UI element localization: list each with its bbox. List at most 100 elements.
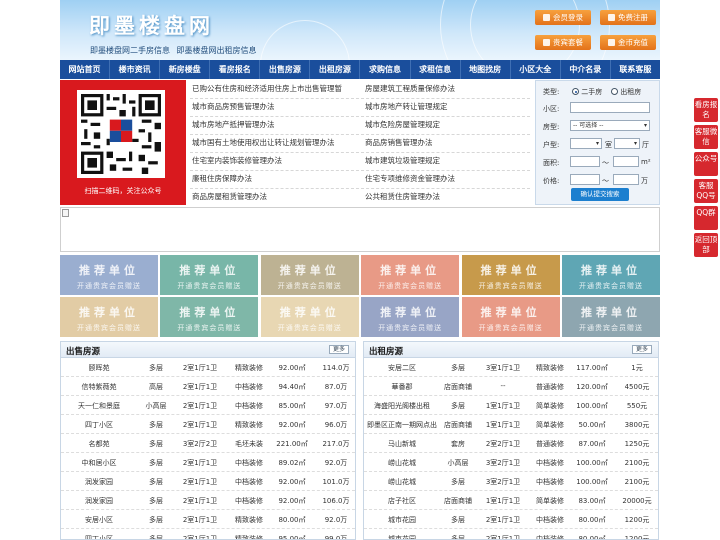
table-row[interactable]: 即墨区正南一期网点出 店面商铺 1室1厅1卫 简单装修 50.00㎡ 3800元 xyxy=(364,415,658,434)
recommended-unit-tile[interactable]: 推荐单位 开通贵宾会员赠送 xyxy=(562,297,660,337)
table-row[interactable]: 四丁小区 多层 2室1厅1卫 精致装修 92.00㎡ 96.0万 xyxy=(61,415,355,434)
nav-item-news[interactable]: 楼市资讯 xyxy=(110,60,161,79)
rent-listings-title[interactable]: 出租房源 xyxy=(369,345,403,357)
listing-name[interactable]: 華番郡 xyxy=(364,382,440,392)
float-button-service-qq[interactable]: 客服QQ号 xyxy=(694,179,718,203)
radio-rental[interactable]: 出租房 xyxy=(611,87,641,97)
news-link[interactable]: 城市房地产抵押管理办法 xyxy=(192,119,275,130)
nav-item-want-buy[interactable]: 求购信息 xyxy=(360,60,411,79)
news-link[interactable]: 公共租赁住房管理办法 xyxy=(365,191,440,202)
search-submit-button[interactable]: 确认提交搜索 xyxy=(571,188,629,201)
recommended-unit-tile[interactable]: 推荐单位 开通贵宾会员赠送 xyxy=(60,297,158,337)
listing-name[interactable]: 四丁小区 xyxy=(61,534,137,539)
listing-name[interactable]: 润发家园 xyxy=(61,477,137,487)
nav-item-agents[interactable]: 中介名录 xyxy=(561,60,611,79)
float-button-official-account[interactable]: 公众号 xyxy=(694,152,718,176)
register-button[interactable]: 免费注册 xyxy=(600,10,656,25)
table-row[interactable]: 海盛阳光阁楼出租 多层 1室1厅1卫 简单装修 100.00㎡ 550元 xyxy=(364,396,658,415)
recommended-unit-tile[interactable]: 推荐单位 开通贵宾会员赠送 xyxy=(60,255,158,295)
rent-more-button[interactable]: 更多 xyxy=(632,345,652,354)
vip-package-button[interactable]: 贵宾套餐 xyxy=(535,35,591,50)
listing-name[interactable]: 四丁小区 xyxy=(61,420,137,430)
listing-name[interactable]: 安居小区 xyxy=(61,515,137,525)
house-type-select[interactable]: -- 可选择 -- ▾ xyxy=(570,120,650,131)
listing-name[interactable]: 安居二区 xyxy=(364,363,440,373)
table-row[interactable]: 四丁小区 多层 2室1厅1卫 精致装修 95.00㎡ 99.0万 xyxy=(61,529,355,539)
news-link[interactable]: 商品房销售管理办法 xyxy=(365,137,433,148)
recommended-unit-tile[interactable]: 推荐单位 开通贵宾会员赠送 xyxy=(160,297,259,337)
nav-item-contact-service[interactable]: 联系客服 xyxy=(611,60,660,79)
coin-recharge-button[interactable]: 金币充值 xyxy=(600,35,656,50)
radio-second-hand[interactable]: 二手房 xyxy=(572,87,602,97)
nav-item-for-rent[interactable]: 出租房源 xyxy=(310,60,361,79)
listing-name[interactable]: 名都苑 xyxy=(61,439,137,449)
recommended-unit-tile[interactable]: 推荐单位 开通贵宾会员赠送 xyxy=(461,255,560,295)
listing-name[interactable]: 崂山花城 xyxy=(364,477,440,487)
table-row[interactable]: 城市花园 多层 2室1厅1卫 中档装修 80.00㎡ 1200元 xyxy=(364,510,658,529)
ad-banner[interactable] xyxy=(60,207,660,252)
listing-name[interactable]: 润发家园 xyxy=(61,496,137,506)
table-row[interactable]: 華番郡 店面商铺 -- 普通装修 120.00㎡ 4500元 xyxy=(364,377,658,396)
news-link[interactable]: 住宅室内装饰装修管理办法 xyxy=(192,155,282,166)
sale-listings-title[interactable]: 出售房源 xyxy=(66,345,100,357)
recommended-unit-tile[interactable]: 推荐单位 开通贵宾会员赠送 xyxy=(461,297,560,337)
nav-item-home[interactable]: 网站首页 xyxy=(60,60,111,79)
listing-name[interactable]: 崂山花城 xyxy=(364,458,440,468)
sale-more-button[interactable]: 更多 xyxy=(329,345,349,354)
community-input[interactable] xyxy=(570,102,650,113)
table-row[interactable]: 天一仁和景庭 小高层 2室1厅1卫 中档装修 85.00㎡ 97.0万 xyxy=(61,396,355,415)
nav-item-map-search[interactable]: 地图找房 xyxy=(461,60,511,79)
recommended-unit-tile[interactable]: 推荐单位 开通贵宾会员赠送 xyxy=(160,255,259,295)
listing-name[interactable]: 城市花园 xyxy=(364,515,440,525)
listing-name[interactable]: 天一仁和景庭 xyxy=(61,401,137,411)
float-button-viewing-signup[interactable]: 看房报名 xyxy=(694,98,718,122)
table-row[interactable]: 中和居小区 多层 2室1厅1卫 中档装修 89.02㎡ 92.0万 xyxy=(61,453,355,472)
hall-select[interactable]: ▾ xyxy=(614,138,640,149)
table-row[interactable]: 店子社区 店面商铺 1室1厅1卫 简单装修 83.00㎡ 20000元 xyxy=(364,491,658,510)
nav-item-viewing-signup[interactable]: 看房报名 xyxy=(210,60,261,79)
table-row[interactable]: 颐晖苑 多层 2室1厅1卫 精致装修 92.00㎡ 114.0万 xyxy=(61,358,355,377)
listing-name[interactable]: 颐晖苑 xyxy=(61,363,137,373)
login-button[interactable]: 会员登录 xyxy=(535,10,591,25)
recommended-unit-tile[interactable]: 推荐单位 开通贵宾会员赠送 xyxy=(260,255,359,295)
table-row[interactable]: 润发家园 多层 2室1厅1卫 中档装修 92.00㎡ 106.0万 xyxy=(61,491,355,510)
table-row[interactable]: 名都苑 多层 3室2厅2卫 毛坯未装 221.00㎡ 217.0万 xyxy=(61,434,355,453)
table-row[interactable]: 崂山花城 多层 3室2厅1卫 中档装修 100.00㎡ 2100元 xyxy=(364,472,658,491)
float-button-qq-group[interactable]: QQ群 xyxy=(694,206,718,230)
news-link[interactable]: 住宅专项维修资金管理办法 xyxy=(365,173,455,184)
listing-name[interactable]: 马山新城 xyxy=(364,439,440,449)
float-button-back-to-top[interactable]: 返回顶部 xyxy=(694,233,718,257)
recommended-unit-tile[interactable]: 推荐单位 开通贵宾会员赠送 xyxy=(562,255,660,295)
nav-item-for-sale[interactable]: 出售房源 xyxy=(260,60,311,79)
news-link[interactable]: 城市国有土地使用权出让转让规划管理办法 xyxy=(192,137,335,148)
listing-name[interactable]: 中和居小区 xyxy=(61,458,137,468)
table-row[interactable]: 信特紫薇苑 高层 2室1厅1卫 中档装修 94.40㎡ 87.0万 xyxy=(61,377,355,396)
news-link[interactable]: 城市商品房预售管理办法 xyxy=(192,101,275,112)
table-row[interactable]: 马山新城 套房 2室2厅1卫 普通装修 87.00㎡ 1250元 xyxy=(364,434,658,453)
site-title[interactable]: 即墨楼盘网 xyxy=(89,10,214,40)
news-link[interactable]: 房屋建筑工程质量保修办法 xyxy=(365,83,455,94)
listing-name[interactable]: 即墨区正南一期网点出 xyxy=(364,420,440,430)
recommended-unit-tile[interactable]: 推荐单位 开通贵宾会员赠送 xyxy=(260,297,359,337)
table-row[interactable]: 安居小区 多层 2室1厅1卫 精致装修 80.00㎡ 92.0万 xyxy=(61,510,355,529)
news-link[interactable]: 城市建筑垃圾管理规定 xyxy=(365,155,440,166)
listing-name[interactable]: 店子社区 xyxy=(364,496,440,506)
table-row[interactable]: 安居二区 多层 3室1厅1卫 精致装修 117.00㎡ 1元 xyxy=(364,358,658,377)
recommended-unit-tile[interactable]: 推荐单位 开通贵宾会员赠送 xyxy=(361,297,460,337)
listing-name[interactable]: 海盛阳光阁楼出租 xyxy=(364,401,440,411)
listing-name[interactable]: 信特紫薇苑 xyxy=(61,382,137,392)
nav-item-new-homes[interactable]: 新房楼盘 xyxy=(160,60,211,79)
listing-name[interactable]: 城市花园 xyxy=(364,534,440,539)
area-min-input[interactable] xyxy=(570,156,600,167)
recommended-unit-tile[interactable]: 推荐单位 开通贵宾会员赠送 xyxy=(361,255,460,295)
table-row[interactable]: 城市花园 多层 2室1厅1卫 中档装修 80.00㎡ 1200元 xyxy=(364,529,658,539)
news-link[interactable]: 城市危险房屋管理规定 xyxy=(365,119,440,130)
news-link[interactable]: 城市房地产转让管理规定 xyxy=(365,101,448,112)
room-select[interactable]: ▾ xyxy=(570,138,602,149)
area-max-input[interactable] xyxy=(613,156,639,167)
price-max-input[interactable] xyxy=(613,174,639,185)
price-min-input[interactable] xyxy=(570,174,600,185)
news-link[interactable]: 已购公有住房和经济适用住房上市出售管理暂 xyxy=(192,83,342,94)
nav-item-want-rent[interactable]: 求租信息 xyxy=(411,60,461,79)
table-row[interactable]: 润发家园 多层 2室1厅1卫 中档装修 92.00㎡ 101.0万 xyxy=(61,472,355,491)
